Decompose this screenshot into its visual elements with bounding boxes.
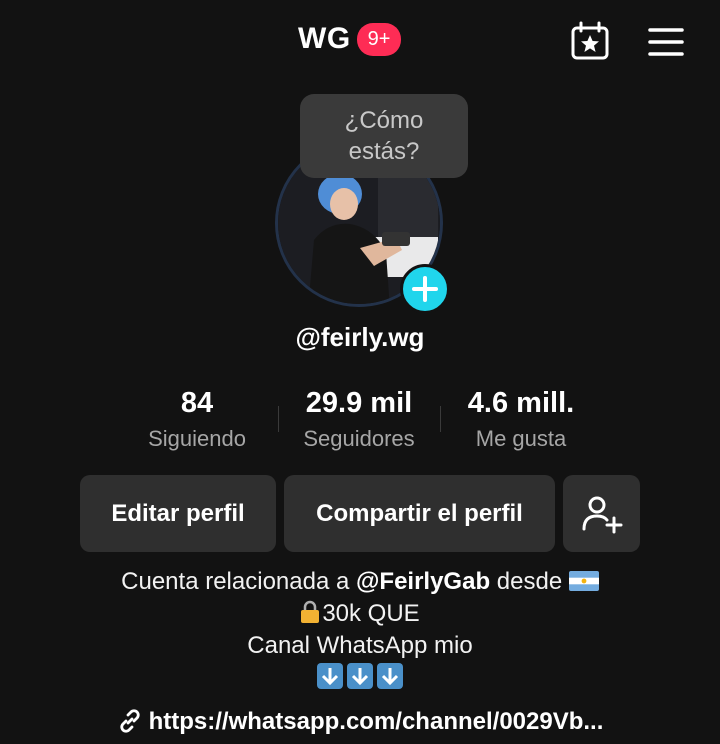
share-profile-label: Compartir el perfil: [316, 499, 523, 527]
add-user-icon: [582, 496, 622, 533]
account-switcher[interactable]: WG 9+: [298, 22, 402, 56]
down-arrow-icon: [377, 663, 403, 689]
bio-line-1: Cuenta relacionada a @FeirlyGab desde: [0, 566, 720, 598]
bio-line-4: [0, 662, 720, 694]
bio-text: desde: [490, 568, 569, 595]
username: @feirly.wg: [295, 322, 425, 352]
add-story-button[interactable]: [400, 264, 450, 314]
header: WG 9+: [0, 0, 720, 84]
bio-text: 30k QUE: [322, 600, 420, 627]
edit-profile-label: Editar perfil: [111, 499, 245, 527]
edit-profile-button[interactable]: Editar perfil: [80, 475, 276, 552]
notification-badge: 9+: [356, 22, 402, 56]
page-title: WG: [298, 22, 351, 55]
status-bubble-text: ¿Cómo estás?: [344, 107, 424, 165]
stat-following[interactable]: 84 Siguiendo: [112, 384, 282, 456]
linked-account-link[interactable]: @FeirlyGab: [356, 568, 490, 595]
stat-value: 29.9 mil: [305, 387, 413, 419]
status-bubble[interactable]: ¿Cómo estás?: [300, 94, 468, 178]
down-arrow-icon: [317, 663, 343, 689]
stat-followers[interactable]: 29.9 mil Seguidores: [274, 384, 444, 456]
stat-label: Siguiendo: [148, 426, 246, 451]
add-friend-button[interactable]: [563, 475, 640, 552]
calendar-star-icon[interactable]: [568, 20, 612, 64]
bio-line-2: 30k QUE: [0, 598, 720, 630]
bio-link-text: https://whatsapp.com/channel/0029Vb...: [148, 708, 604, 735]
down-arrow-icon: [347, 663, 373, 689]
stats-row: 84 Siguiendo 29.9 mil Seguidores 4.6 mil…: [0, 384, 720, 464]
stat-value: 4.6 mill.: [467, 387, 575, 419]
profile-screen: WG 9+ ¿Cómo estás? @feirly.wg 84 Siguien…: [0, 0, 720, 744]
bio-line-3: Canal WhatsApp mio: [247, 632, 473, 659]
lock-icon: [300, 600, 320, 624]
bio-link[interactable]: https://whatsapp.com/channel/0029Vb...: [0, 708, 720, 736]
link-icon: [117, 708, 143, 734]
plus-icon: [412, 276, 438, 302]
bio-text: Cuenta relacionada a: [121, 568, 356, 595]
bio: Cuenta relacionada a @FeirlyGab desde 30…: [0, 566, 720, 694]
stat-label: Me gusta: [475, 426, 567, 451]
hamburger-menu-icon[interactable]: [646, 22, 686, 62]
stat-label: Seguidores: [303, 426, 415, 451]
stat-value: 84: [180, 387, 214, 419]
argentina-flag-icon: [568, 568, 599, 591]
stat-likes[interactable]: 4.6 mill. Me gusta: [436, 384, 606, 456]
share-profile-button[interactable]: Compartir el perfil: [284, 475, 555, 552]
